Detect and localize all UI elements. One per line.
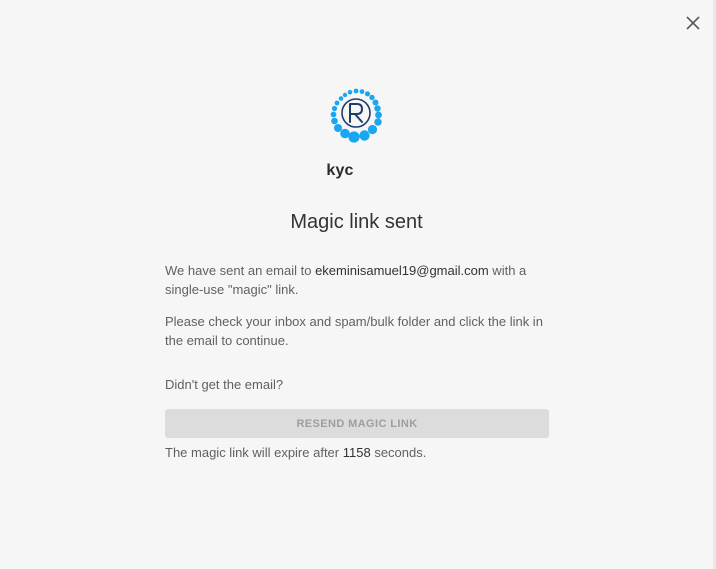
logo-icon — [330, 88, 382, 143]
sent-message: We have sent an email to ekeminisamuel19… — [165, 261, 555, 299]
expire-suffix: seconds. — [370, 445, 427, 460]
expire-prefix: The magic link will expire after — [165, 445, 343, 460]
email-address: ekeminisamuel19@gmail.com — [315, 263, 489, 278]
app-name: kyc — [326, 162, 354, 179]
expire-text: The magic link will expire after 1158 se… — [165, 445, 426, 460]
didnt-get-email-text: Didn't get the email? — [165, 377, 284, 392]
sent-prefix: We have sent an email to — [165, 263, 316, 278]
expire-seconds: 1158 — [342, 445, 371, 460]
close-button[interactable] — [682, 12, 704, 34]
instructions-text: Please check your inbox and spam/bulk fo… — [165, 314, 543, 348]
close-icon — [686, 16, 700, 30]
resend-magic-link-button[interactable]: RESEND MAGIC LINK — [165, 409, 549, 438]
dialog-title: Magic link sent — [290, 211, 423, 233]
